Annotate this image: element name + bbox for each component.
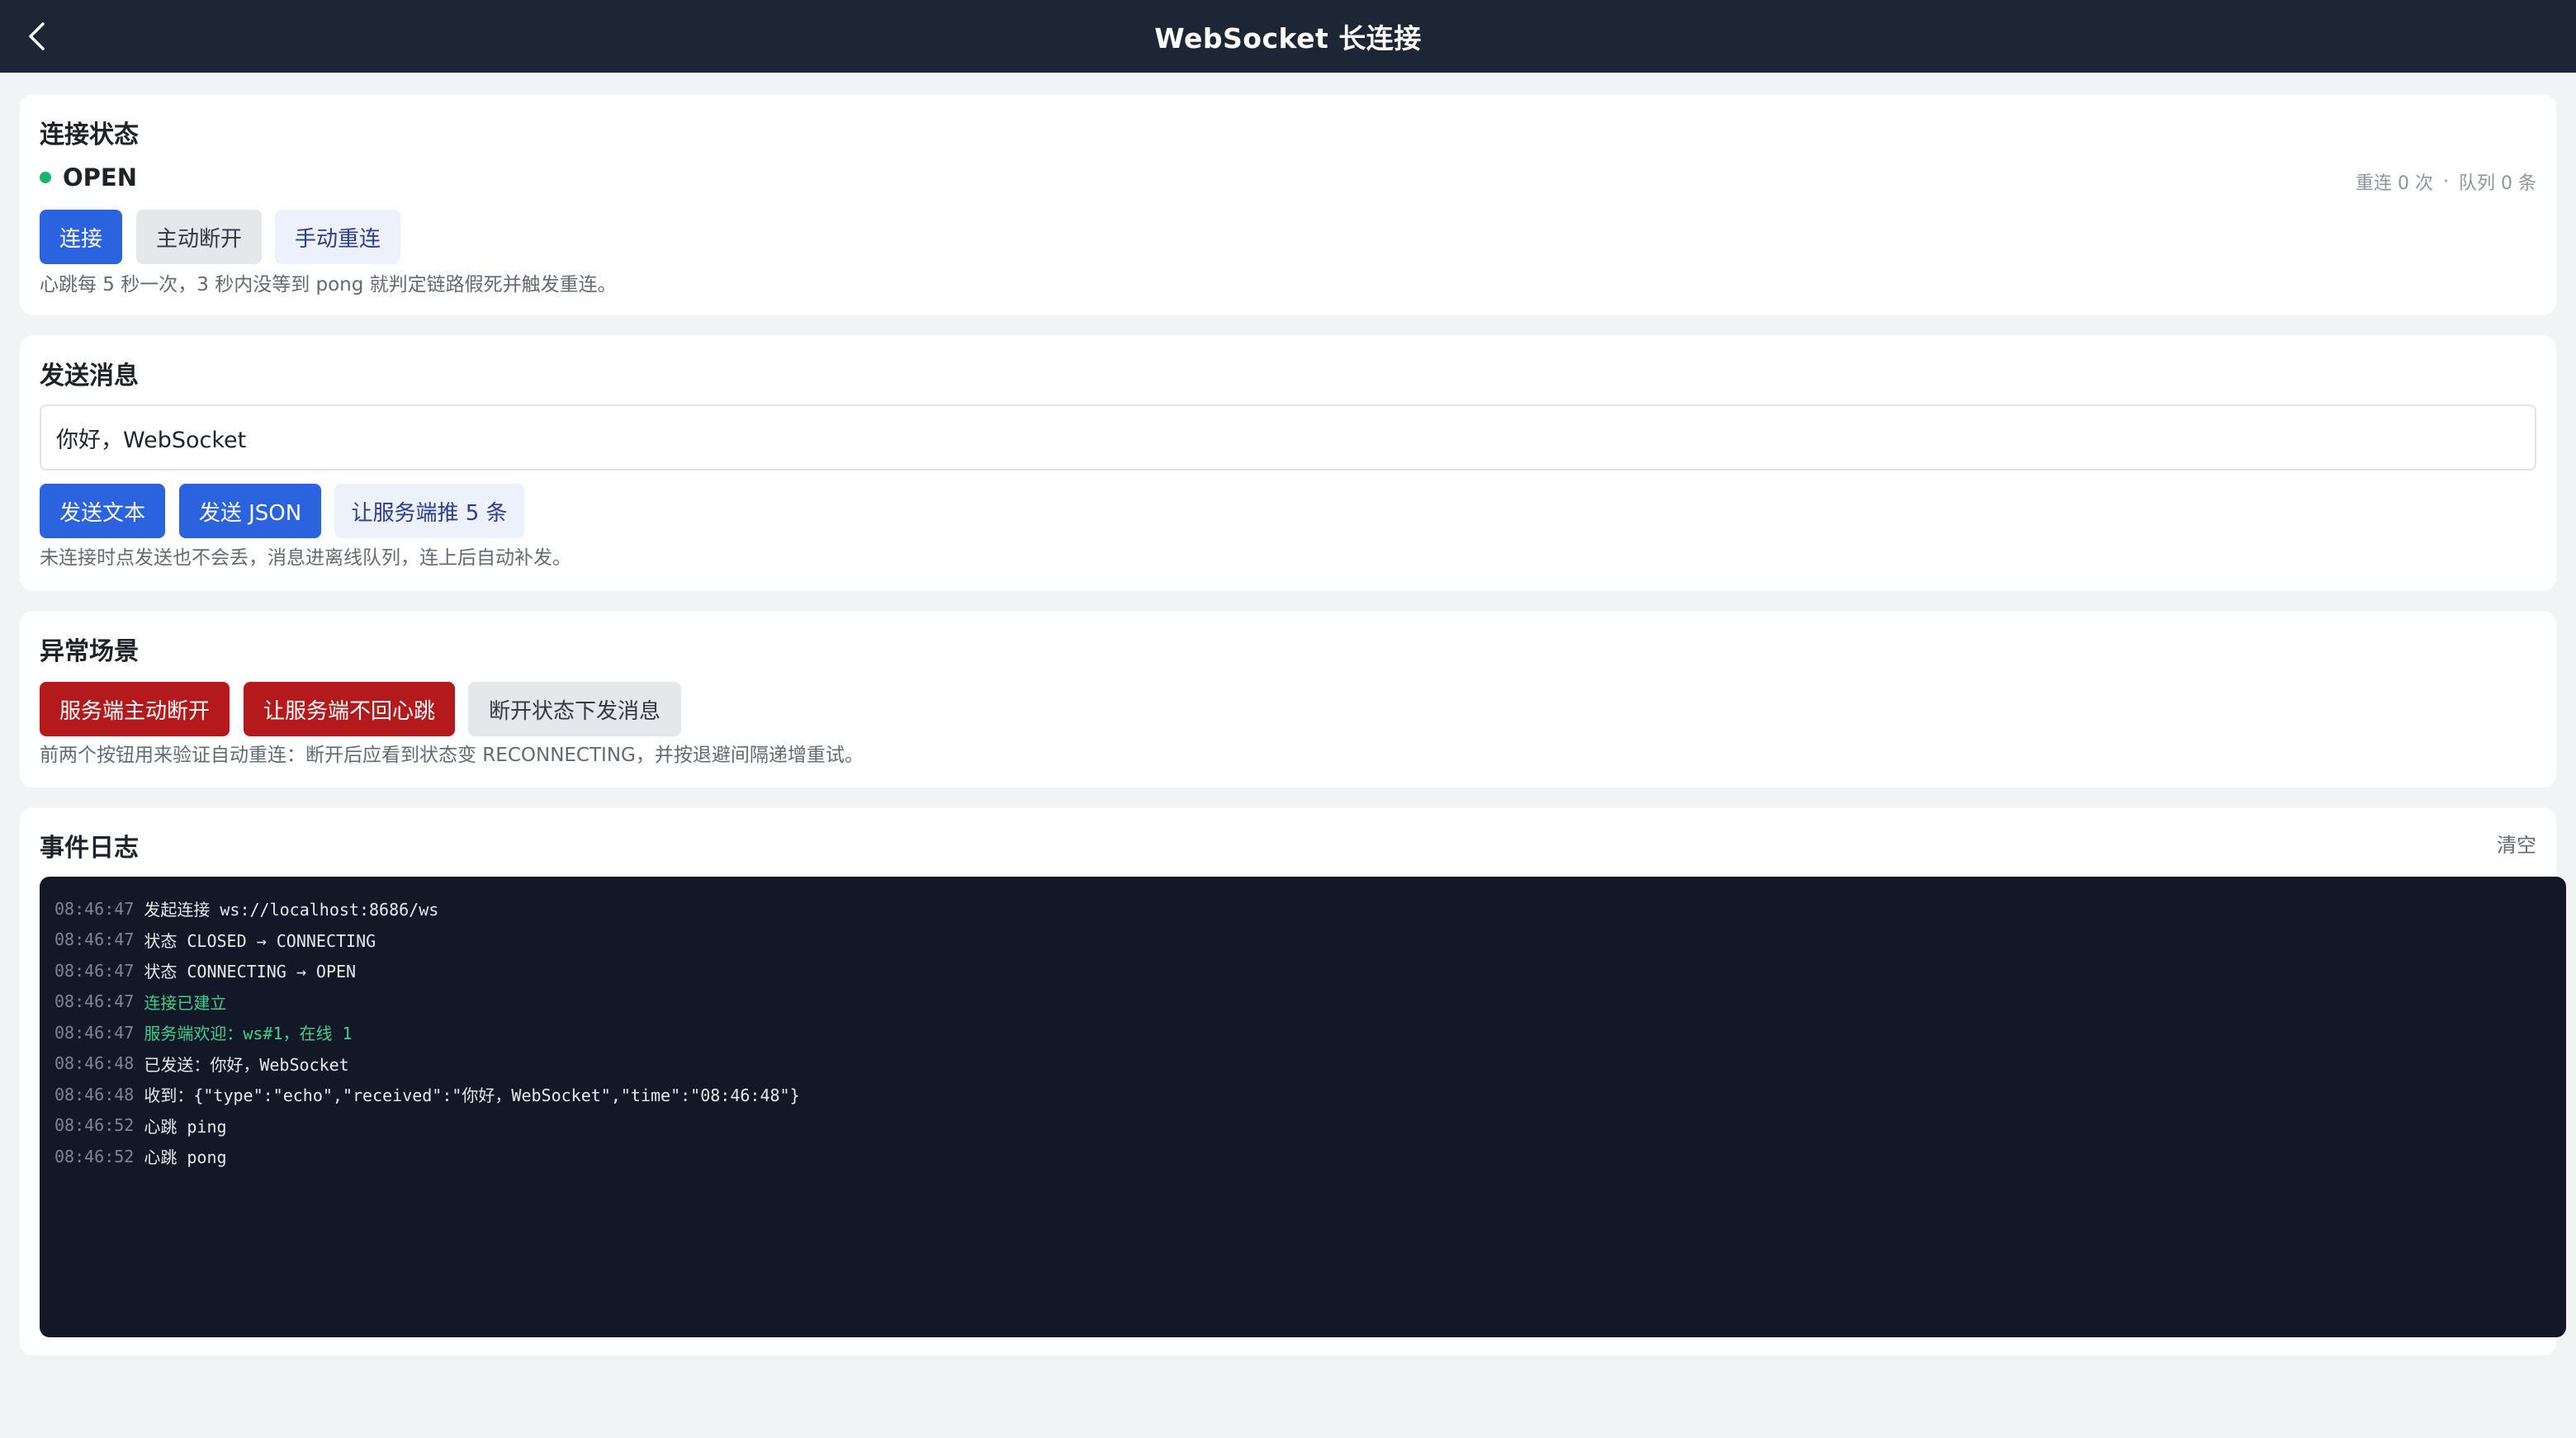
log-entry: 08:46:47 状态 CONNECTING → OPEN — [54, 955, 2551, 986]
log-entry: 08:46:48 已发送：你好，WebSocket — [54, 1048, 2551, 1080]
stats-separator: · — [2443, 171, 2450, 192]
abnormal-card-title: 异常场景 — [40, 637, 139, 666]
log-message: 已发送：你好，WebSocket — [144, 1054, 349, 1075]
send-card-title: 发送消息 — [40, 362, 139, 390]
send-json-button[interactable]: 发送 JSON — [179, 484, 321, 538]
connect-button[interactable]: 连接 — [40, 210, 122, 264]
log-time: 08:46:52 — [54, 1146, 135, 1166]
log-time: 08:46:47 — [54, 991, 135, 1012]
log-message: 服务端欢迎：ws#1，在线 1 — [144, 1024, 353, 1044]
log-time: 08:46:47 — [54, 898, 135, 919]
reconnect-hint: 前两个按钮用来验证自动重连：断开后应看到状态变 RECONNECTING，并按退… — [40, 745, 864, 766]
log-entry: 08:46:52 心跳 ping — [54, 1110, 2551, 1142]
offline-queue-hint: 未连接时点发送也不会丢，消息进离线队列，连上后自动补发。 — [40, 547, 571, 569]
back-button[interactable] — [18, 18, 54, 54]
log-time: 08:46:47 — [54, 1022, 135, 1043]
log-entry: 08:46:47 连接已建立 — [54, 986, 2551, 1018]
log-entry: 08:46:47 服务端欢迎：ws#1，在线 1 — [54, 1017, 2551, 1048]
connection-card-title: 连接状态 — [40, 121, 139, 149]
page-title: WebSocket 长连接 — [1154, 22, 1422, 54]
status-dot-icon — [40, 172, 51, 183]
server-push-button[interactable]: 让服务端推 5 条 — [334, 484, 524, 538]
log-entry: 08:46:48 收到：{"type":"echo","received":"你好… — [54, 1079, 2551, 1110]
log-message: 状态 CLOSED → CONNECTING — [144, 930, 376, 951]
heartbeat-hint: 心跳每 5 秒一次，3 秒内没等到 pong 就判定链路假死并触发重连。 — [40, 274, 617, 296]
top-bar: WebSocket 长连接 — [0, 0, 2576, 73]
connection-card: 连接状态 OPEN 重连 0 次 · 队列 0 条 连接 主动断开 手动重连 心… — [20, 94, 2556, 315]
event-log-panel[interactable]: 08:46:47 发起连接 ws://localhost:8686/ws 08:46… — [40, 877, 2566, 1337]
send-text-button[interactable]: 发送文本 — [40, 484, 165, 538]
connection-stats: 重连 0 次 · 队列 0 条 — [2356, 168, 2536, 195]
log-time: 08:46:52 — [54, 1115, 135, 1136]
log-message: 收到：{"type":"echo","received":"你好，WebSock… — [144, 1086, 800, 1106]
log-entry: 08:46:47 状态 CLOSED → CONNECTING — [54, 925, 2551, 956]
manual-reconnect-button[interactable]: 手动重连 — [275, 210, 400, 264]
log-card-title: 事件日志 — [40, 834, 139, 863]
abnormal-card: 异常场景 服务端主动断开 让服务端不回心跳 断开状态下发消息 前两个按钮用来验证… — [20, 611, 2556, 788]
message-input[interactable] — [40, 404, 2536, 471]
reconnect-count: 重连 0 次 — [2356, 173, 2434, 194]
log-message: 状态 CONNECTING → OPEN — [144, 962, 357, 982]
chevron-left-icon — [29, 22, 45, 50]
log-card: 事件日志 清空 08:46:47 发起连接 ws://localhost:8686… — [20, 807, 2566, 1355]
server-close-button[interactable]: 服务端主动断开 — [40, 682, 230, 736]
log-message: 心跳 ping — [144, 1116, 227, 1137]
send-card: 发送消息 发送文本 发送 JSON 让服务端推 5 条 未连接时点发送也不会丢，… — [20, 335, 2556, 591]
disconnect-button[interactable]: 主动断开 — [136, 210, 262, 264]
log-message: 发起连接 ws://localhost:8686/ws — [144, 900, 439, 920]
no-heartbeat-button[interactable]: 让服务端不回心跳 — [244, 682, 455, 736]
log-message: 连接已建立 — [144, 992, 227, 1013]
log-time: 08:46:47 — [54, 929, 135, 950]
status-text: OPEN — [63, 163, 137, 192]
connection-status: OPEN — [40, 163, 137, 192]
log-time: 08:46:48 — [54, 1084, 135, 1105]
log-message: 心跳 pong — [144, 1147, 227, 1168]
log-entry: 08:46:47 发起连接 ws://localhost:8686/ws — [54, 893, 2551, 925]
log-time: 08:46:47 — [54, 960, 135, 981]
log-time: 08:46:48 — [54, 1053, 135, 1074]
queue-count: 队列 0 条 — [2459, 173, 2536, 194]
clear-log-button[interactable]: 清空 — [2497, 829, 2536, 858]
log-entry: 08:46:52 心跳 pong — [54, 1141, 2551, 1172]
send-offline-button[interactable]: 断开状态下发消息 — [468, 682, 681, 736]
